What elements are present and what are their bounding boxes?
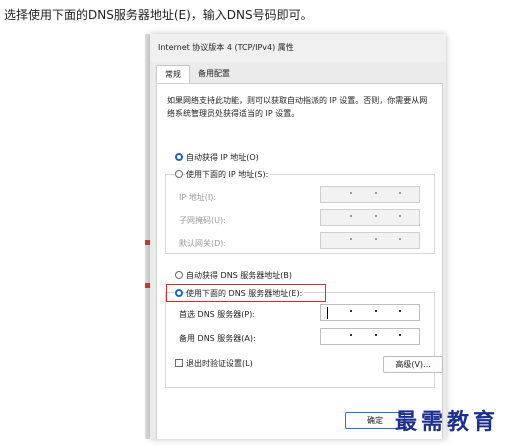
validate-on-exit-checkbox[interactable] — [175, 359, 183, 367]
text-cursor — [327, 307, 328, 319]
preferred-dns-label: 首选 DNS 服务器(P): — [179, 310, 256, 319]
default-gateway-label: 默认网关(D): — [179, 239, 227, 248]
dialog-titlebar: Internet 协议版本 4 (TCP/IPv4) 属性 — [150, 34, 446, 62]
alternate-dns-input[interactable] — [320, 328, 420, 345]
subnet-mask-input[interactable] — [320, 209, 420, 226]
highlight-box — [166, 284, 326, 302]
watermark-logo: 最需教育 — [394, 409, 499, 435]
ip-address-label: IP 地址(I): — [179, 193, 217, 202]
ip-manual-label: 使用下面的 IP 地址(S): — [186, 169, 271, 180]
general-tab-panel: 如果网络支持此功能，则可以获取自动指派的 IP 设置。否则，你需要从网络系统管理… — [156, 83, 443, 439]
default-gateway-input[interactable] — [320, 232, 420, 249]
ip-auto-label: 自动获得 IP 地址(O) — [186, 153, 259, 162]
ip-address-input[interactable] — [320, 186, 420, 203]
tab-alternate-config[interactable]: 备用配置 — [192, 65, 236, 82]
tcpipv4-properties-dialog: Internet 协议版本 4 (TCP/IPv4) 属性 常规 备用配置 如果… — [150, 34, 446, 439]
dns-auto-label: 自动获得 DNS 服务器地址(B) — [186, 271, 293, 280]
dialog-title: Internet 协议版本 4 (TCP/IPv4) 属性 — [158, 43, 294, 52]
subnet-mask-label: 子网掩码(U): — [179, 216, 226, 225]
ip-auto-radio[interactable] — [175, 153, 183, 161]
advanced-button[interactable]: 高级(V)... — [383, 356, 443, 373]
description-text: 如果网络支持此功能，则可以获取自动指派的 IP 设置。否则，你需要从网络系统管理… — [167, 96, 428, 118]
validate-on-exit-label: 退出时验证设置(L) — [186, 359, 253, 368]
alternate-dns-label: 备用 DNS 服务器(A): — [179, 334, 256, 343]
instruction-caption: 选择使用下面的DNS服务器地址(E)，输入DNS号码即可。 — [4, 8, 313, 22]
preferred-dns-input[interactable] — [320, 304, 420, 321]
dns-auto-radio[interactable] — [175, 271, 183, 279]
ip-manual-radio[interactable] — [175, 170, 183, 178]
tab-general[interactable]: 常规 — [156, 65, 190, 83]
